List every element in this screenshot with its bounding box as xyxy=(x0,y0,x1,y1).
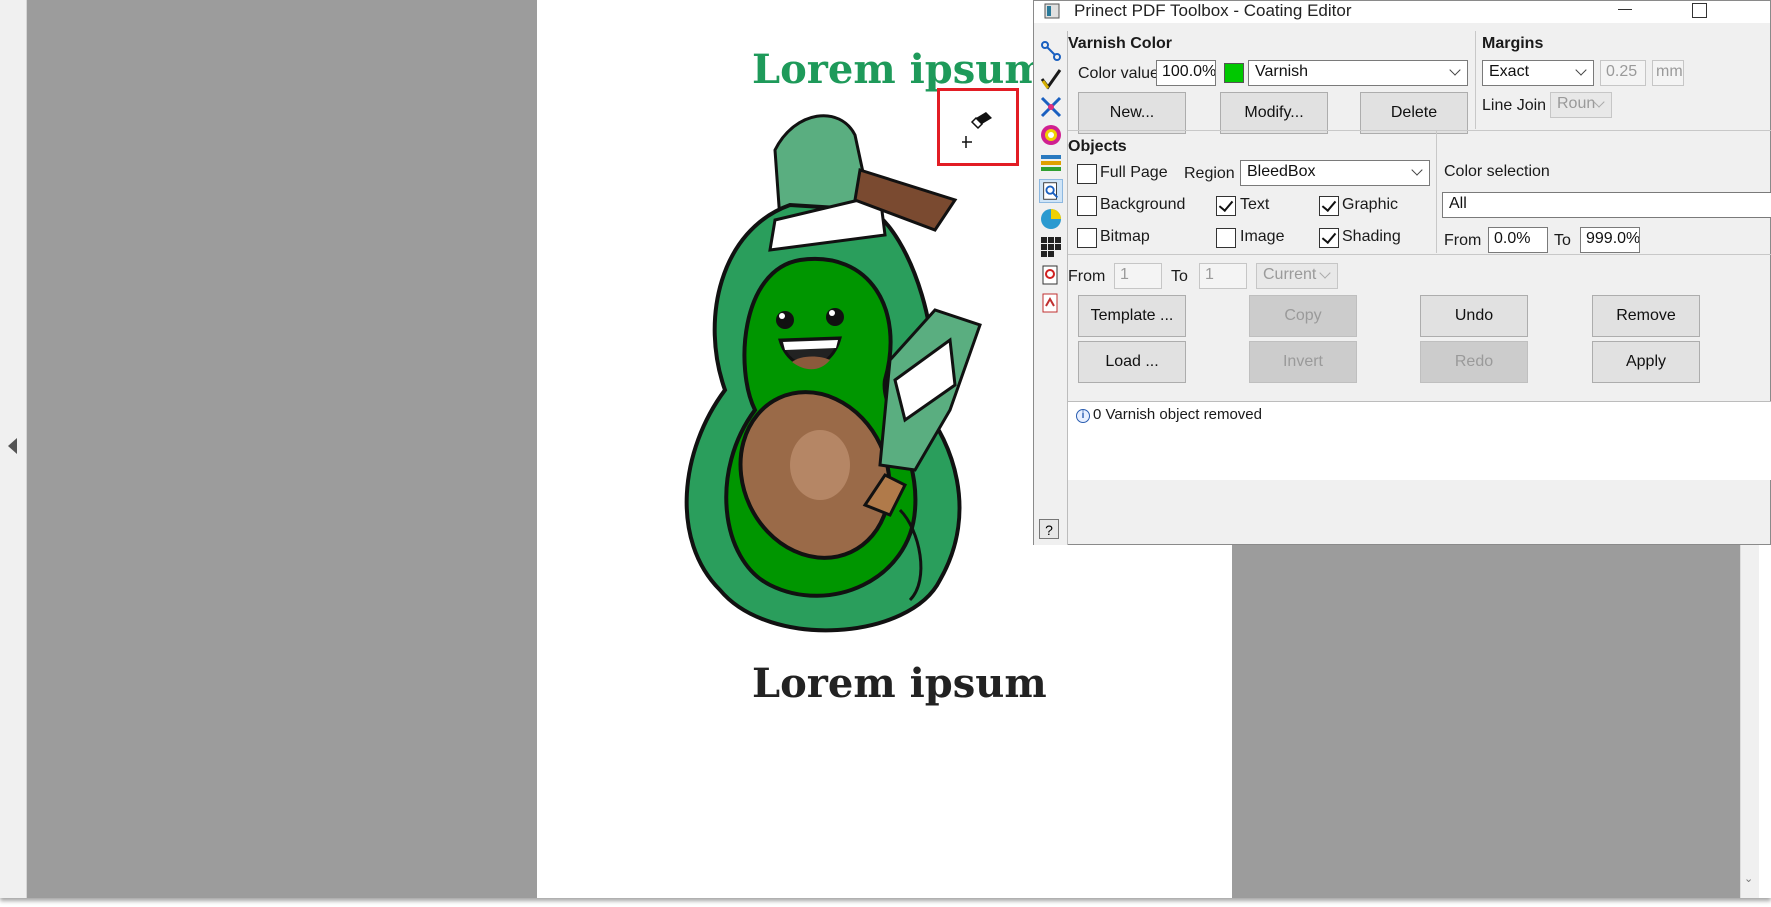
region-dropdown[interactable]: BleedBox xyxy=(1240,160,1430,186)
scroll-down-arrow-icon[interactable]: ⌄ xyxy=(1744,874,1754,885)
background-label: Background xyxy=(1100,196,1186,213)
line-join-value: Roun xyxy=(1557,95,1596,112)
graphic-checkbox[interactable] xyxy=(1319,196,1339,216)
page-from-input[interactable]: 1 xyxy=(1114,263,1162,289)
coating-editor-dialog: Prinect PDF Toolbox - Coating Editor ? V… xyxy=(1033,0,1771,545)
invert-button[interactable]: Invert xyxy=(1249,341,1357,383)
divider xyxy=(1475,31,1476,129)
color-value-label: Color value xyxy=(1078,65,1159,82)
background-checkbox[interactable] xyxy=(1077,196,1097,216)
undo-button[interactable]: Undo xyxy=(1420,295,1528,337)
margin-value-input[interactable]: 0.25 xyxy=(1600,60,1646,86)
color-from-label: From xyxy=(1444,232,1482,249)
color-from-input[interactable]: 0.0% xyxy=(1488,227,1548,253)
apply-button[interactable]: Apply xyxy=(1592,341,1700,383)
eraser-cursor-icon xyxy=(962,112,992,148)
copy-button[interactable]: Copy xyxy=(1249,295,1357,337)
page-to-input[interactable]: 1 xyxy=(1199,263,1247,289)
dialog-title: Prinect PDF Toolbox - Coating Editor xyxy=(1074,1,1352,20)
margins-heading: Margins xyxy=(1482,35,1544,52)
delete-button[interactable]: Delete xyxy=(1360,92,1468,134)
bitmap-checkbox[interactable] xyxy=(1077,228,1097,248)
image-label: Image xyxy=(1240,228,1285,245)
preflight-tool-icon[interactable] xyxy=(1039,39,1063,63)
layers-tool-icon[interactable] xyxy=(1039,151,1063,175)
divider xyxy=(1068,130,1771,131)
varnish-color-heading: Varnish Color xyxy=(1068,35,1173,52)
dialog-titlebar[interactable]: Prinect PDF Toolbox - Coating Editor xyxy=(1034,1,1770,23)
pdf-tool-icon[interactable] xyxy=(1039,291,1063,315)
margins-mode-value: Exact xyxy=(1489,63,1530,80)
color-selection-dropdown[interactable]: All xyxy=(1442,192,1771,218)
chevron-down-icon xyxy=(1575,64,1587,76)
checkmark-tool-icon[interactable] xyxy=(1039,67,1063,91)
minimize-icon[interactable] xyxy=(1618,9,1632,10)
chevron-down-icon xyxy=(1319,267,1331,279)
full-page-label: Full Page xyxy=(1100,164,1168,181)
shading-label: Shading xyxy=(1342,228,1401,245)
image-checkbox[interactable] xyxy=(1216,228,1236,248)
page-search-tool-icon[interactable] xyxy=(1039,263,1063,287)
color-to-input[interactable]: 999.0% xyxy=(1580,227,1640,253)
color-selection-value: All xyxy=(1449,195,1467,212)
shading-checkbox[interactable] xyxy=(1319,228,1339,248)
page-from-label: From xyxy=(1068,268,1106,285)
margins-mode-dropdown[interactable]: Exact xyxy=(1482,60,1594,86)
page-scope-dropdown[interactable]: Current xyxy=(1256,263,1338,289)
line-join-dropdown[interactable]: Roun xyxy=(1550,92,1612,118)
toolbox-strip xyxy=(1034,31,1068,545)
remove-button[interactable]: Remove xyxy=(1592,295,1700,337)
page-heading-black: Lorem ipsum xyxy=(752,660,1047,707)
maximize-icon[interactable] xyxy=(1692,3,1707,18)
left-panel-strip xyxy=(0,0,27,898)
new-button[interactable]: New... xyxy=(1078,92,1186,134)
margin-unit: mm xyxy=(1652,60,1684,86)
varnish-name-value: Varnish xyxy=(1255,63,1309,80)
modify-button[interactable]: Modify... xyxy=(1220,92,1328,134)
page-to-label: To xyxy=(1171,268,1188,285)
line-join-label: Line Join xyxy=(1482,97,1547,114)
graphic-label: Graphic xyxy=(1342,196,1399,213)
color-swatch[interactable] xyxy=(1224,63,1244,83)
text-checkbox[interactable] xyxy=(1216,196,1236,216)
info-icon: i xyxy=(1076,409,1090,423)
objects-heading: Objects xyxy=(1068,138,1127,155)
help-button[interactable]: ? xyxy=(1039,519,1059,539)
divider xyxy=(1436,131,1437,253)
load-button[interactable]: Load ... xyxy=(1078,341,1186,383)
color-value-input[interactable]: 100.0% xyxy=(1156,60,1216,86)
collapse-left-panel-icon[interactable] xyxy=(8,438,17,454)
ink-coverage-tool-icon[interactable] xyxy=(1039,207,1063,231)
text-label: Text xyxy=(1240,196,1270,213)
chevron-down-icon xyxy=(1449,64,1461,76)
template-button[interactable]: Template ... xyxy=(1078,295,1186,337)
full-page-checkbox[interactable] xyxy=(1077,164,1097,184)
varnish-name-dropdown[interactable]: Varnish xyxy=(1248,60,1468,86)
status-log: i 0 Varnish object removed xyxy=(1068,401,1771,480)
trapping-tool-icon[interactable] xyxy=(1039,95,1063,119)
page-scope-value: Current xyxy=(1263,266,1317,283)
chevron-down-icon xyxy=(1411,164,1423,176)
workspace-background xyxy=(27,0,537,898)
status-message: 0 Varnish object removed xyxy=(1093,406,1262,423)
region-value: BleedBox xyxy=(1247,163,1316,180)
color-to-label: To xyxy=(1554,232,1571,249)
color-selection-label: Color selection xyxy=(1444,163,1550,180)
page-heading-green: Lorem ipsum xyxy=(752,46,1047,93)
app-icon xyxy=(1044,3,1060,19)
region-label: Region xyxy=(1184,165,1235,182)
divider xyxy=(1068,254,1771,255)
bitmap-label: Bitmap xyxy=(1100,228,1150,245)
redo-button[interactable]: Redo xyxy=(1420,341,1528,383)
coating-editor-tool-icon[interactable] xyxy=(1039,179,1063,203)
avocado-illustration xyxy=(684,114,982,633)
grid-tool-icon[interactable] xyxy=(1039,235,1063,259)
color-tool-icon[interactable] xyxy=(1039,123,1063,147)
